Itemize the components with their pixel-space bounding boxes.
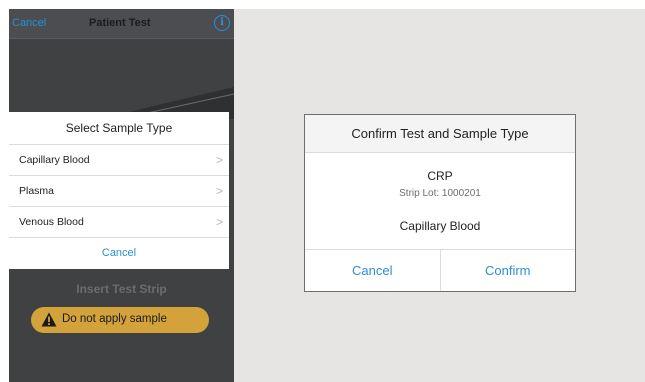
sheet-cancel-button[interactable]: Cancel xyxy=(9,238,229,268)
page-title: Patient Test xyxy=(89,17,151,29)
nav-cancel-button[interactable]: Cancel xyxy=(12,17,46,29)
sample-option-venous-blood[interactable]: Venous Blood > xyxy=(9,207,229,238)
device-illustration xyxy=(99,87,234,119)
sheet-title: Select Sample Type xyxy=(9,112,229,145)
test-name: CRP xyxy=(427,169,453,183)
sample-option-label: Capillary Blood xyxy=(19,154,90,166)
nav-bar: Cancel Patient Test i xyxy=(9,9,234,39)
dialog-body: CRP Strip Lot: 1000201 Capillary Blood xyxy=(305,153,575,250)
sample-option-label: Plasma xyxy=(19,185,55,197)
confirm-button[interactable]: Confirm xyxy=(439,250,576,291)
sample-option-capillary-blood[interactable]: Capillary Blood > xyxy=(9,145,229,176)
sample-type: Capillary Blood xyxy=(399,219,481,233)
sample-type-sheet: Select Sample Type Capillary Blood > Pla… xyxy=(9,112,229,269)
tablet-screen: Confirm Test and Sample Type CRP Strip L… xyxy=(234,9,645,382)
chevron-right-icon: > xyxy=(215,184,223,198)
sample-option-plasma[interactable]: Plasma > xyxy=(9,176,229,207)
warning-icon xyxy=(41,312,57,327)
dialog-actions: Cancel Confirm xyxy=(305,250,575,291)
status-text: Insert Test Strip xyxy=(76,282,167,296)
chevron-right-icon: > xyxy=(215,215,223,229)
phone-screen: Cancel Patient Test i Select Sample Type… xyxy=(9,9,234,382)
info-icon[interactable]: i xyxy=(214,15,230,31)
confirm-dialog: Confirm Test and Sample Type CRP Strip L… xyxy=(304,114,576,292)
warning-text: Do not apply sample xyxy=(62,313,167,325)
warning-badge: Do not apply sample xyxy=(31,307,209,333)
sample-option-label: Venous Blood xyxy=(19,216,84,228)
strip-lot: Strip Lot: 1000201 xyxy=(399,188,481,199)
chevron-right-icon: > xyxy=(215,153,223,167)
dialog-title: Confirm Test and Sample Type xyxy=(305,115,575,153)
cancel-button[interactable]: Cancel xyxy=(305,250,440,291)
